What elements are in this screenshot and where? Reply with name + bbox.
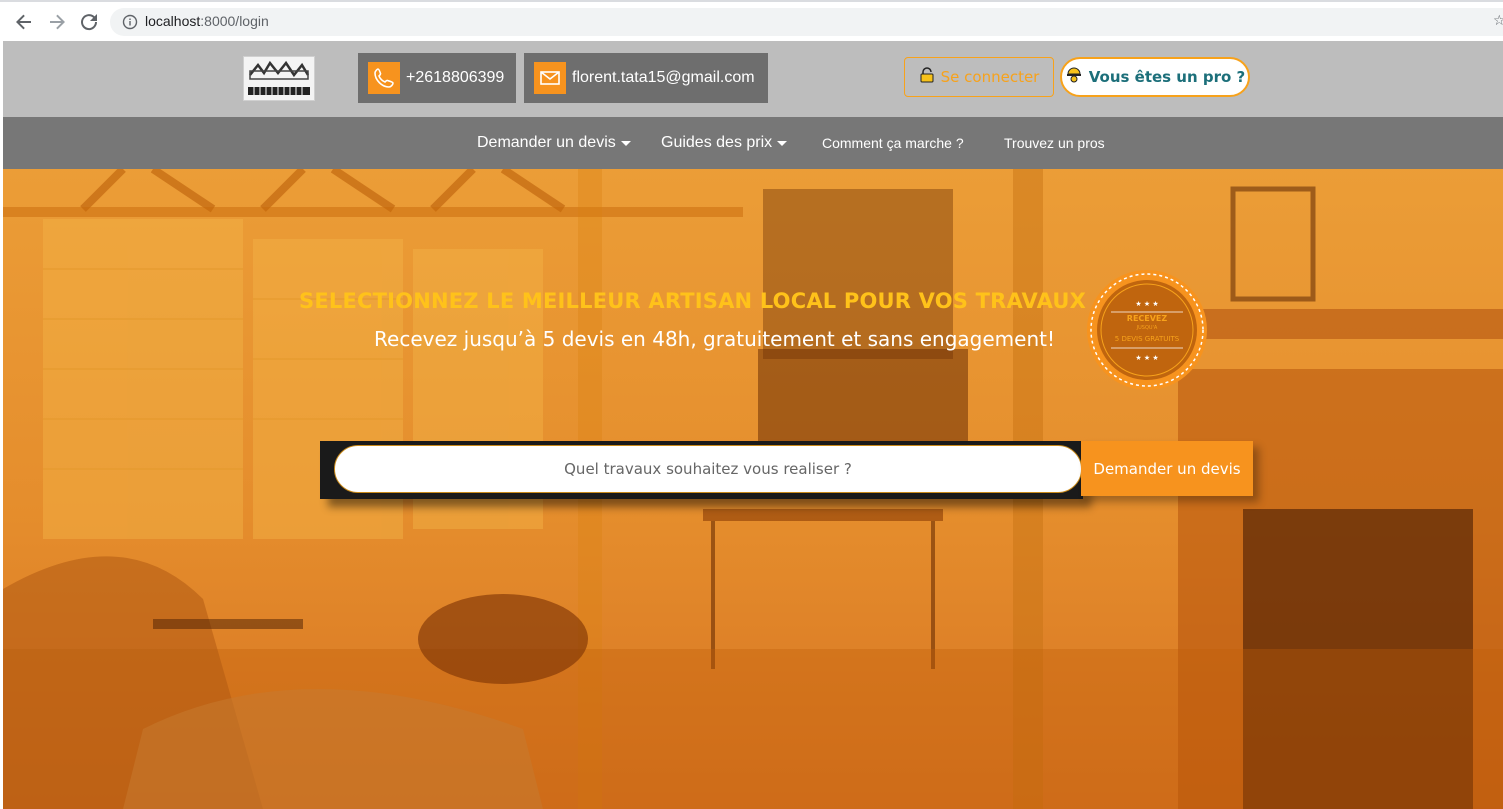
phone-number: +2618806399 <box>406 69 505 86</box>
worker-icon <box>1065 66 1083 88</box>
free-quotes-badge: ★ ★ ★ RECEVEZ JUSQU'A 5 DEVIS GRATUITS ★… <box>1085 268 1209 392</box>
phone-contact[interactable]: +2618806399 <box>358 53 516 103</box>
caret-down-icon <box>777 140 788 146</box>
nav-label: Trouvez un pros <box>1004 135 1105 151</box>
address-bar[interactable]: localhost:8000/login ☆ <box>110 8 1503 36</box>
badge-stars: ★ ★ ★ <box>1135 300 1158 308</box>
reload-icon[interactable] <box>77 10 101 34</box>
search-input[interactable]: Quel travaux souhaitez vous realiser ? <box>334 445 1082 493</box>
email-address: florent.tata15@gmail.com <box>572 69 755 86</box>
badge-line-2: JUSQU'A <box>1136 325 1158 331</box>
caret-down-icon <box>620 140 631 146</box>
login-label: Se connecter <box>940 68 1040 86</box>
info-icon[interactable] <box>122 14 138 30</box>
search-container: Quel travaux souhaitez vous realiser ? <box>320 441 1083 499</box>
lock-icon <box>919 67 935 87</box>
browser-toolbar: localhost:8000/login ☆ <box>0 0 1503 41</box>
nav-item-trouvez-un-pros[interactable]: Trouvez un pros <box>1004 117 1105 169</box>
back-icon[interactable] <box>12 10 36 34</box>
nav-item-comment-ca-marche[interactable]: Comment ça marche ? <box>822 117 964 169</box>
badge-stars: ★ ★ ★ <box>1135 354 1158 362</box>
badge-line-1: RECEVEZ <box>1127 314 1168 323</box>
nav-item-demander-un-devis[interactable]: Demander un devis <box>477 117 631 169</box>
bookmark-star-icon[interactable]: ☆ <box>1493 14 1503 28</box>
login-button[interactable]: Se connecter <box>904 57 1054 97</box>
nav-item-guides-des-prix[interactable]: Guides des prix <box>661 117 788 169</box>
site-logo[interactable] <box>243 56 315 101</box>
hero-title: SELECTIONNEZ LE MEILLEUR ARTISAN LOCAL P… <box>299 289 1087 313</box>
nav-label: Demander un devis <box>477 134 616 151</box>
main-nav: Demander un devis Guides des prix Commen… <box>3 117 1503 169</box>
email-icon <box>534 62 566 94</box>
nav-label: Guides des prix <box>661 134 773 151</box>
badge-line-3: 5 DEVIS GRATUITS <box>1115 335 1180 343</box>
url-text: localhost:8000/login <box>145 13 269 29</box>
request-quote-button[interactable]: Demander un devis <box>1081 441 1253 496</box>
nav-label: Comment ça marche ? <box>822 135 964 151</box>
forward-icon[interactable] <box>45 10 69 34</box>
site-header: +2618806399 florent.tata15@gmail.com Se … <box>3 41 1503 117</box>
hero-subtitle: Recevez jusqu’à 5 devis en 48h, gratuite… <box>374 327 1055 351</box>
email-contact[interactable]: florent.tata15@gmail.com <box>524 53 768 103</box>
phone-icon <box>368 62 400 94</box>
hero-section: SELECTIONNEZ LE MEILLEUR ARTISAN LOCAL P… <box>3 169 1503 809</box>
pro-label: Vous êtes un pro ? <box>1088 68 1246 86</box>
pro-button[interactable]: Vous êtes un pro ? <box>1060 57 1250 97</box>
